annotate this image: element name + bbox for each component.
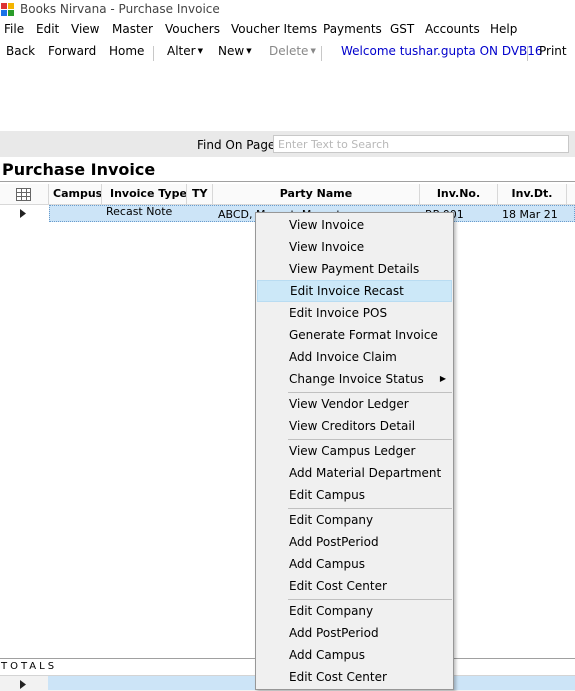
toolbar-separator	[321, 46, 322, 61]
menu-item-add-postperiod[interactable]: Add PostPeriod	[257, 531, 452, 553]
menu-item-view-payment-details[interactable]: View Payment Details	[257, 258, 452, 280]
column-header-invoice-type[interactable]: Invoice Type	[102, 184, 187, 204]
alter-label: Alter	[167, 44, 196, 58]
search-input[interactable]	[273, 135, 569, 153]
menu-item-edit-cost-center[interactable]: Edit Cost Center	[257, 575, 452, 597]
toolbar-separator	[527, 46, 528, 61]
menu-item-edit-invoice-recast[interactable]: Edit Invoice Recast	[257, 280, 452, 302]
toolbar-separator	[153, 46, 154, 61]
menu-help[interactable]: Help	[490, 22, 517, 36]
menu-voucher-items[interactable]: Voucher Items	[231, 22, 317, 36]
menu-item-generate-format-invoice[interactable]: Generate Format Invoice	[257, 324, 452, 346]
title-divider	[0, 181, 575, 182]
window-title: Books Nirvana - Purchase Invoice	[20, 2, 220, 16]
menu-item-edit-company[interactable]: Edit Company	[257, 509, 452, 531]
back-button[interactable]: Back	[6, 44, 35, 58]
print-button[interactable]: Print	[539, 44, 567, 58]
menu-item-add-postperiod-2[interactable]: Add PostPeriod	[257, 622, 452, 644]
menu-payments[interactable]: Payments	[323, 22, 382, 36]
menu-file[interactable]: File	[4, 22, 24, 36]
menu-item-view-invoice-2[interactable]: View Invoice	[257, 236, 452, 258]
cell-ty	[191, 205, 213, 223]
welcome-user-link[interactable]: Welcome tushar.gupta ON DVB16	[341, 44, 543, 58]
menu-accounts[interactable]: Accounts	[425, 22, 480, 36]
new-label: New	[218, 44, 245, 58]
row-indicator	[0, 205, 49, 223]
menu-item-edit-campus[interactable]: Edit Campus	[257, 484, 452, 506]
row-pointer-icon	[20, 209, 26, 218]
menu-item-edit-cost-center-2[interactable]: Edit Cost Center	[257, 666, 452, 688]
home-button[interactable]: Home	[109, 44, 144, 58]
column-header-inv-no[interactable]: Inv.No.	[420, 184, 498, 204]
menu-item-edit-company-2[interactable]: Edit Company	[257, 600, 452, 622]
grid-header: Campus Invoice Type TY Party Name Inv.No…	[0, 184, 575, 205]
new-button[interactable]: New ▼	[218, 44, 252, 58]
menu-item-add-campus[interactable]: Add Campus	[257, 553, 452, 575]
page-title: Purchase Invoice	[2, 160, 156, 179]
cell-inv-dt: 18 Mar 21	[502, 208, 558, 221]
toolbar: Back Forward Home Alter ▼ New ▼ Delete ▼ We…	[0, 44, 575, 64]
context-menu: View Invoice View Invoice View Payment D…	[255, 212, 454, 690]
column-header-ty[interactable]: TY	[187, 184, 213, 204]
find-label: Find On Page	[197, 138, 276, 152]
submenu-arrow-icon: ▶	[439, 374, 446, 383]
delete-button[interactable]: Delete ▼	[269, 44, 316, 58]
column-chooser-button[interactable]	[0, 184, 49, 204]
menu-item-view-invoice[interactable]: View Invoice	[257, 214, 452, 236]
title-bar: Books Nirvana - Purchase Invoice	[0, 0, 575, 20]
menu-item-add-invoice-claim[interactable]: Add Invoice Claim	[257, 346, 452, 368]
menu-gst[interactable]: GST	[390, 22, 414, 36]
menu-item-view-campus-ledger[interactable]: View Campus Ledger	[257, 440, 452, 462]
column-header-campus[interactable]: Campus	[49, 184, 102, 204]
find-bar: Find On Page	[0, 131, 575, 157]
menu-item-add-campus-2[interactable]: Add Campus	[257, 644, 452, 666]
menu-item-view-creditors-detail[interactable]: View Creditors Detail	[257, 415, 452, 437]
delete-label: Delete	[269, 44, 309, 58]
forward-button[interactable]: Forward	[48, 44, 96, 58]
grid-icon	[16, 188, 31, 201]
cell-campus	[53, 205, 102, 223]
cell-invoice-type: Recast Note	[106, 205, 173, 218]
menu-vouchers[interactable]: Vouchers	[165, 22, 220, 36]
totals-row-pointer-icon	[20, 680, 26, 689]
menu-item-view-vendor-ledger[interactable]: View Vendor Ledger	[257, 393, 452, 415]
menu-edit[interactable]: Edit	[36, 22, 59, 36]
chevron-down-icon: ▼	[246, 47, 252, 55]
menu-bar: File Edit View Master Vouchers Voucher I…	[0, 22, 575, 42]
app-logo-icon	[1, 3, 14, 16]
menu-master[interactable]: Master	[112, 22, 153, 36]
menu-item-change-invoice-status[interactable]: Change Invoice Status ▶	[257, 368, 452, 390]
chevron-down-icon: ▼	[197, 47, 203, 55]
totals-label: TOTALS	[1, 661, 58, 672]
menu-view[interactable]: View	[71, 22, 99, 36]
alter-button[interactable]: Alter ▼	[167, 44, 203, 58]
menu-item-edit-invoice-pos[interactable]: Edit Invoice POS	[257, 302, 452, 324]
column-header-party-name[interactable]: Party Name	[213, 184, 420, 204]
chevron-down-icon: ▼	[310, 47, 316, 55]
change-invoice-status-label: Change Invoice Status	[289, 372, 424, 386]
column-header-inv-dt[interactable]: Inv.Dt.	[498, 184, 567, 204]
menu-item-add-material-department[interactable]: Add Material Department	[257, 462, 452, 484]
